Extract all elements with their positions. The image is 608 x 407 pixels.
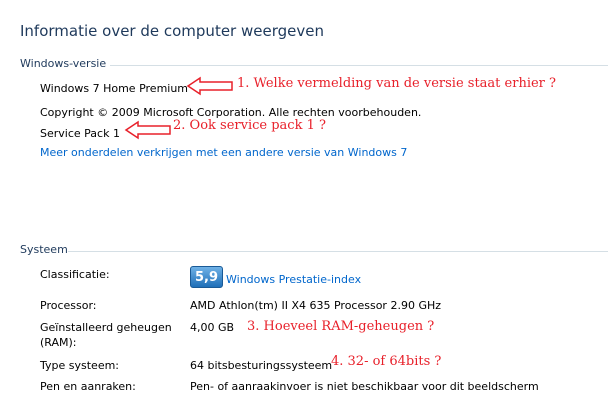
annotation-arrow-1 bbox=[186, 76, 233, 96]
pen-touch-value: Pen- of aanraakinvoer is niet beschikbaa… bbox=[190, 380, 539, 393]
processor-label: Processor: bbox=[40, 299, 97, 312]
annotation-2: 2. Ook service pack 1 ? bbox=[173, 118, 326, 133]
windows-edition-section-title: Windows-versie bbox=[20, 57, 107, 70]
system-type-value: 64 bitsbesturingssysteem bbox=[190, 359, 333, 372]
annotation-3: 3. Hoeveel RAM-geheugen ? bbox=[247, 319, 435, 334]
pen-touch-label: Pen en aanraken: bbox=[40, 380, 136, 393]
section-divider bbox=[68, 251, 608, 252]
performance-index-link[interactable]: Windows Prestatie-index bbox=[226, 273, 361, 286]
windows-edition-value: Windows 7 Home Premium bbox=[40, 82, 189, 95]
annotation-arrow-2 bbox=[124, 120, 171, 140]
system-type-label: Type systeem: bbox=[40, 359, 120, 372]
performance-index-badge[interactable]: 5,9 bbox=[190, 266, 223, 288]
processor-value: AMD Athlon(tm) II X4 635 Processor 2.90 … bbox=[190, 299, 442, 312]
annotation-1: 1. Welke vermelding van de versie staat … bbox=[237, 76, 556, 91]
ram-value: 4,00 GB bbox=[190, 321, 235, 334]
section-divider bbox=[110, 65, 608, 66]
ram-label-suffix: (RAM): bbox=[40, 336, 77, 349]
service-pack-value: Service Pack 1 bbox=[40, 127, 120, 140]
rating-label: Classificatie: bbox=[40, 268, 110, 281]
system-section-title: Systeem bbox=[20, 243, 68, 256]
more-features-link[interactable]: Meer onderdelen verkrijgen met een ander… bbox=[40, 146, 407, 159]
annotation-4: 4. 32- of 64bits ? bbox=[331, 354, 442, 369]
ram-label: Geïnstalleerd geheugen bbox=[40, 321, 172, 334]
page-title: Informatie over de computer weergeven bbox=[20, 22, 324, 40]
